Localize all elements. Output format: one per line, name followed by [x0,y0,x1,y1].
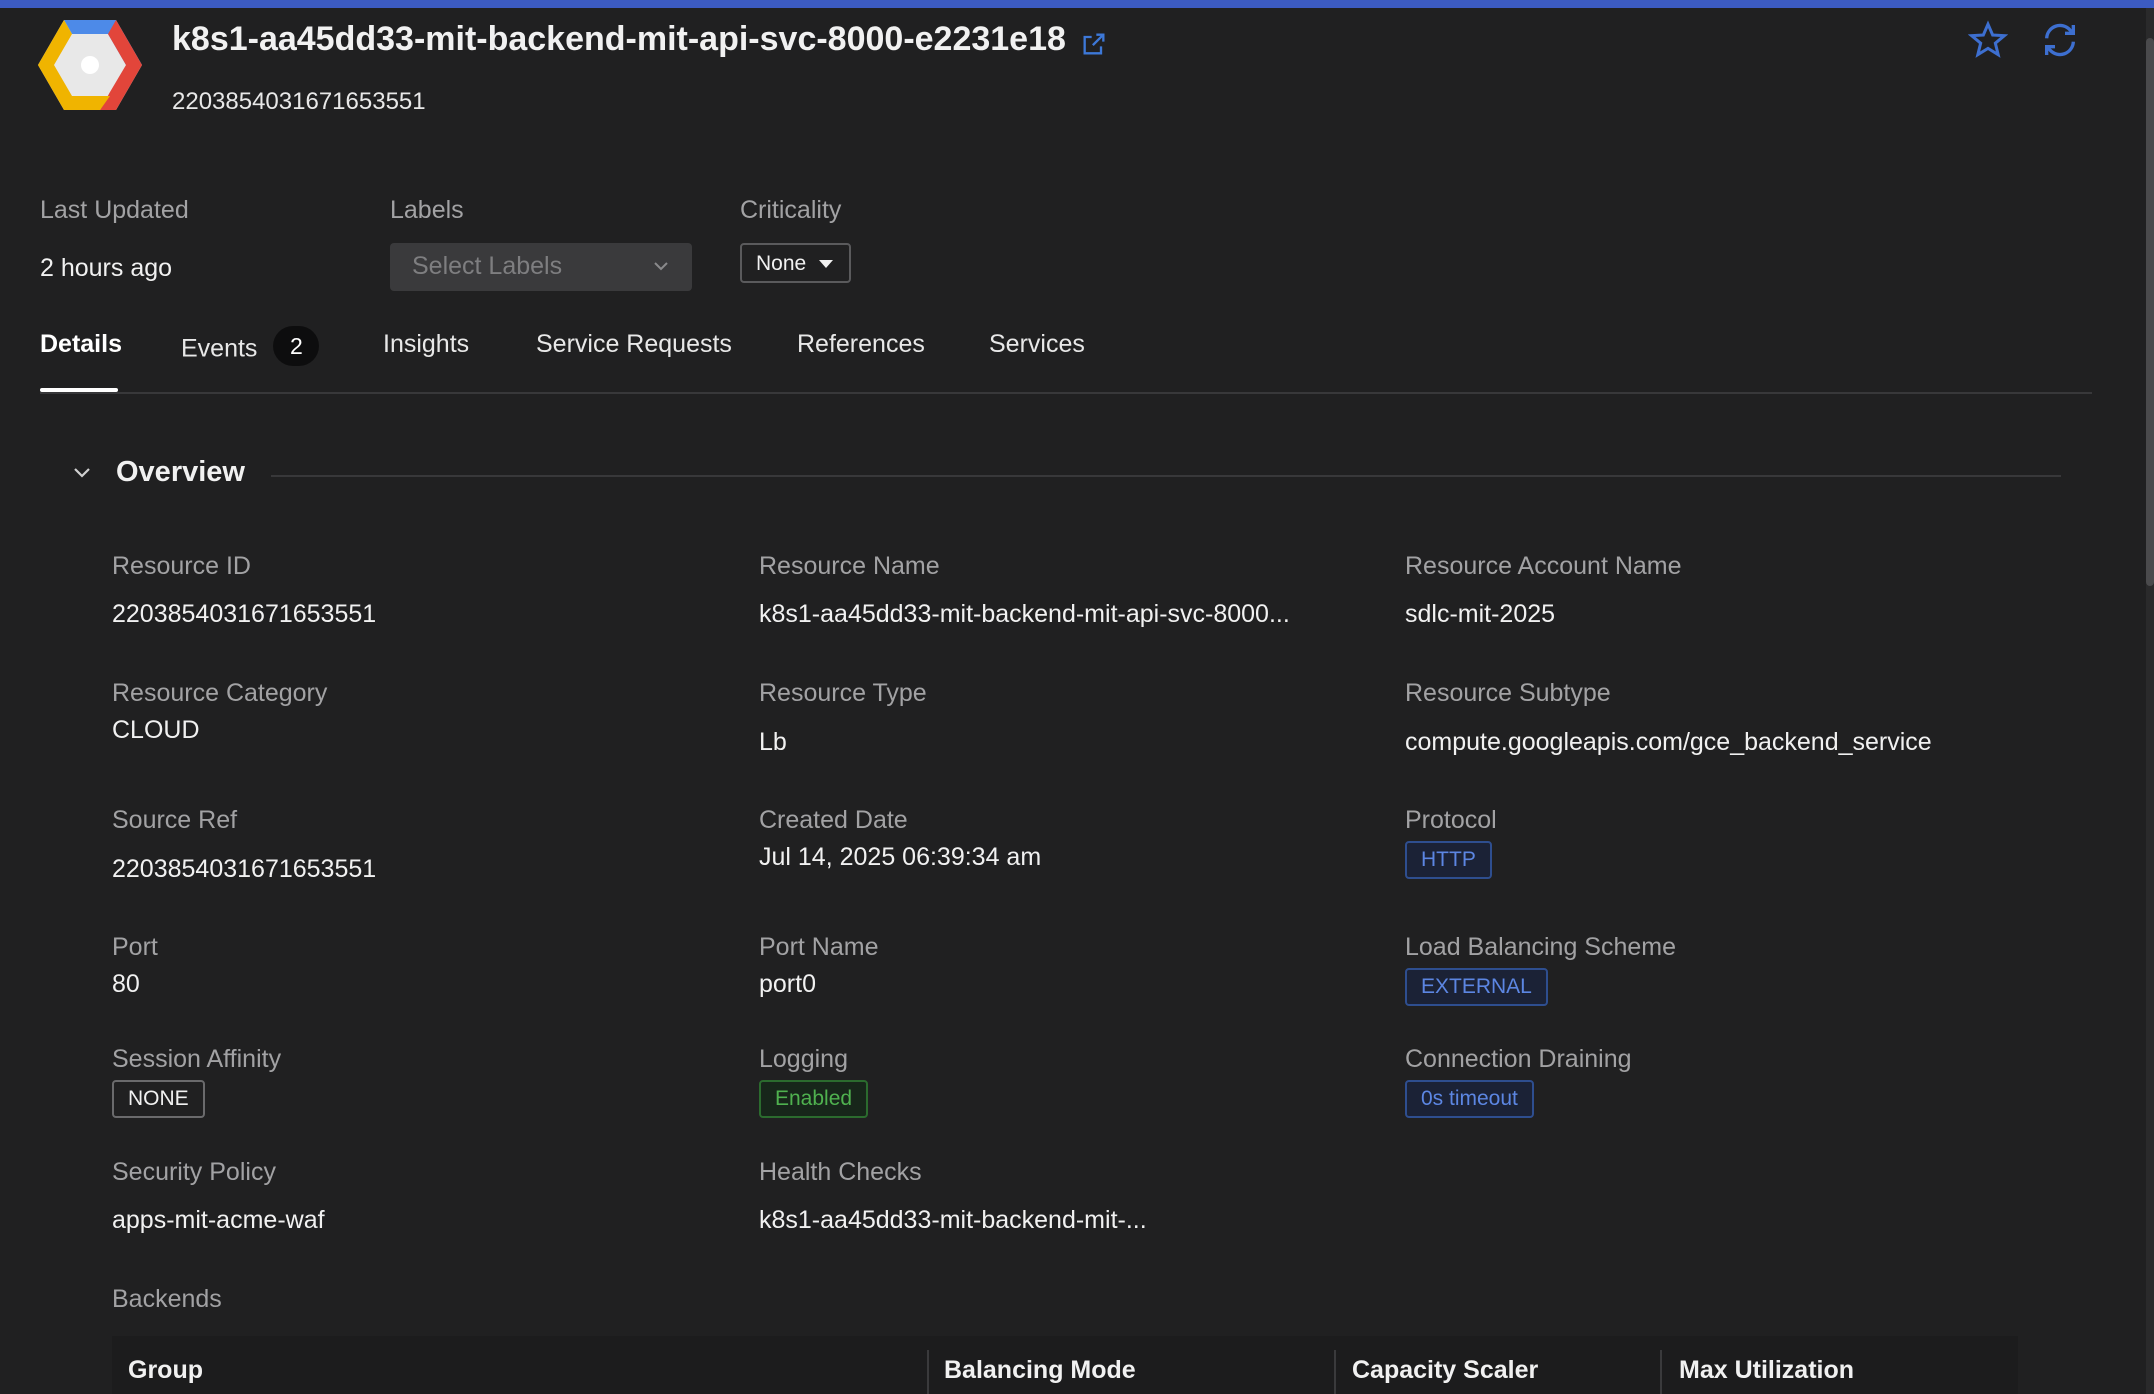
port-name-value: port0 [759,970,816,998]
backends-table-header: Group Balancing Mode Capacity Scaler Max… [112,1336,2018,1394]
created-date-label: Created Date [759,806,908,834]
section-divider [271,475,2061,477]
logging-status-badge: Enabled [759,1080,869,1118]
load-balancing-scheme-tag: EXTERNAL [1405,968,1548,1006]
tab-service-requests-label: Service Requests [536,330,732,358]
session-affinity-label: Session Affinity [112,1045,282,1073]
scrollbar-thumb[interactable] [2146,38,2154,586]
source-ref-label: Source Ref [112,806,238,834]
tab-details[interactable]: Details [40,330,122,392]
labels-select[interactable]: Select Labels [390,243,692,291]
tab-references-label: References [797,330,925,358]
tab-bar: Details Events 2 Insights Service Request… [40,326,2092,394]
resource-name-label: Resource Name [759,552,940,580]
column-divider [1334,1350,1336,1394]
refresh-icon[interactable] [2040,20,2080,60]
last-updated-label: Last Updated [40,196,189,224]
resource-id-subtitle: 2203854031671653551 [172,88,426,115]
collapse-chevron-icon[interactable] [70,460,94,484]
labels-label: Labels [390,196,464,224]
resource-category-label: Resource Category [112,679,328,707]
load-balancing-scheme-label: Load Balancing Scheme [1405,933,1677,961]
top-accent-bar [0,0,2154,8]
resource-id-value: 2203854031671653551 [112,600,377,628]
logging-label: Logging [759,1045,848,1073]
tab-events-label: Events [181,334,258,363]
resource-type-label: Resource Type [759,679,927,707]
active-tab-indicator [40,388,118,392]
resource-id-label: Resource ID [112,552,251,580]
tab-references[interactable]: References [797,330,925,392]
protocol-label: Protocol [1405,806,1497,834]
session-affinity-tag: NONE [112,1080,205,1118]
tab-services[interactable]: Services [989,330,1085,392]
last-updated-value: 2 hours ago [40,254,173,282]
security-policy-value: apps-mit-acme-waf [112,1206,325,1234]
resource-account-name-value: sdlc-mit-2025 [1405,600,1556,628]
health-checks-value: k8s1-aa45dd33-mit-backend-mit-... [759,1206,1147,1234]
column-header-balancing-mode[interactable]: Balancing Mode [944,1356,1136,1385]
created-date-value: Jul 14, 2025 06:39:34 am [759,843,1042,871]
section-title-overview: Overview [116,456,245,488]
connection-draining-tag: 0s timeout [1405,1080,1534,1118]
tab-insights-label: Insights [383,330,470,358]
resource-type-value: Lb [759,728,787,756]
tab-insights[interactable]: Insights [383,330,469,392]
protocol-tag: HTTP [1405,841,1492,879]
resource-category-value: CLOUD [112,716,200,744]
column-header-group[interactable]: Group [128,1356,203,1385]
security-policy-label: Security Policy [112,1158,276,1186]
source-ref-value: 2203854031671653551 [112,855,377,883]
external-link-icon[interactable] [1080,30,1108,58]
backends-label: Backends [112,1285,222,1313]
criticality-value: None [756,252,807,275]
resource-subtype-label: Resource Subtype [1405,679,1611,707]
star-icon[interactable] [1968,20,2008,60]
column-divider [927,1350,929,1394]
column-header-capacity-scaler[interactable]: Capacity Scaler [1352,1356,1538,1385]
column-header-max-utilization[interactable]: Max Utilization [1679,1356,1854,1385]
health-checks-label: Health Checks [759,1158,922,1186]
chevron-down-icon [654,262,668,271]
page-title: k8s1-aa45dd33-mit-backend-mit-api-svc-80… [172,20,1066,58]
criticality-dropdown[interactable]: None [740,243,851,283]
column-divider [1660,1350,1662,1394]
connection-draining-label: Connection Draining [1405,1045,1632,1073]
port-name-label: Port Name [759,933,879,961]
port-label: Port [112,933,158,961]
labels-select-placeholder: Select Labels [412,252,563,280]
criticality-label: Criticality [740,196,842,224]
gcp-logo-icon [38,20,142,110]
events-count-badge: 2 [273,326,320,366]
tab-service-requests[interactable]: Service Requests [536,330,732,392]
tab-events[interactable]: Events 2 [181,326,320,392]
scrollbar-track[interactable] [2146,8,2154,1394]
resource-name-value: k8s1-aa45dd33-mit-backend-mit-api-svc-80… [759,600,1290,628]
tab-details-label: Details [40,330,122,358]
resource-subtype-value: compute.googleapis.com/gce_backend_servi… [1405,728,1932,756]
tab-services-label: Services [989,330,1085,358]
caret-down-icon [819,260,833,268]
port-value: 80 [112,970,140,998]
resource-account-name-label: Resource Account Name [1405,552,1682,580]
